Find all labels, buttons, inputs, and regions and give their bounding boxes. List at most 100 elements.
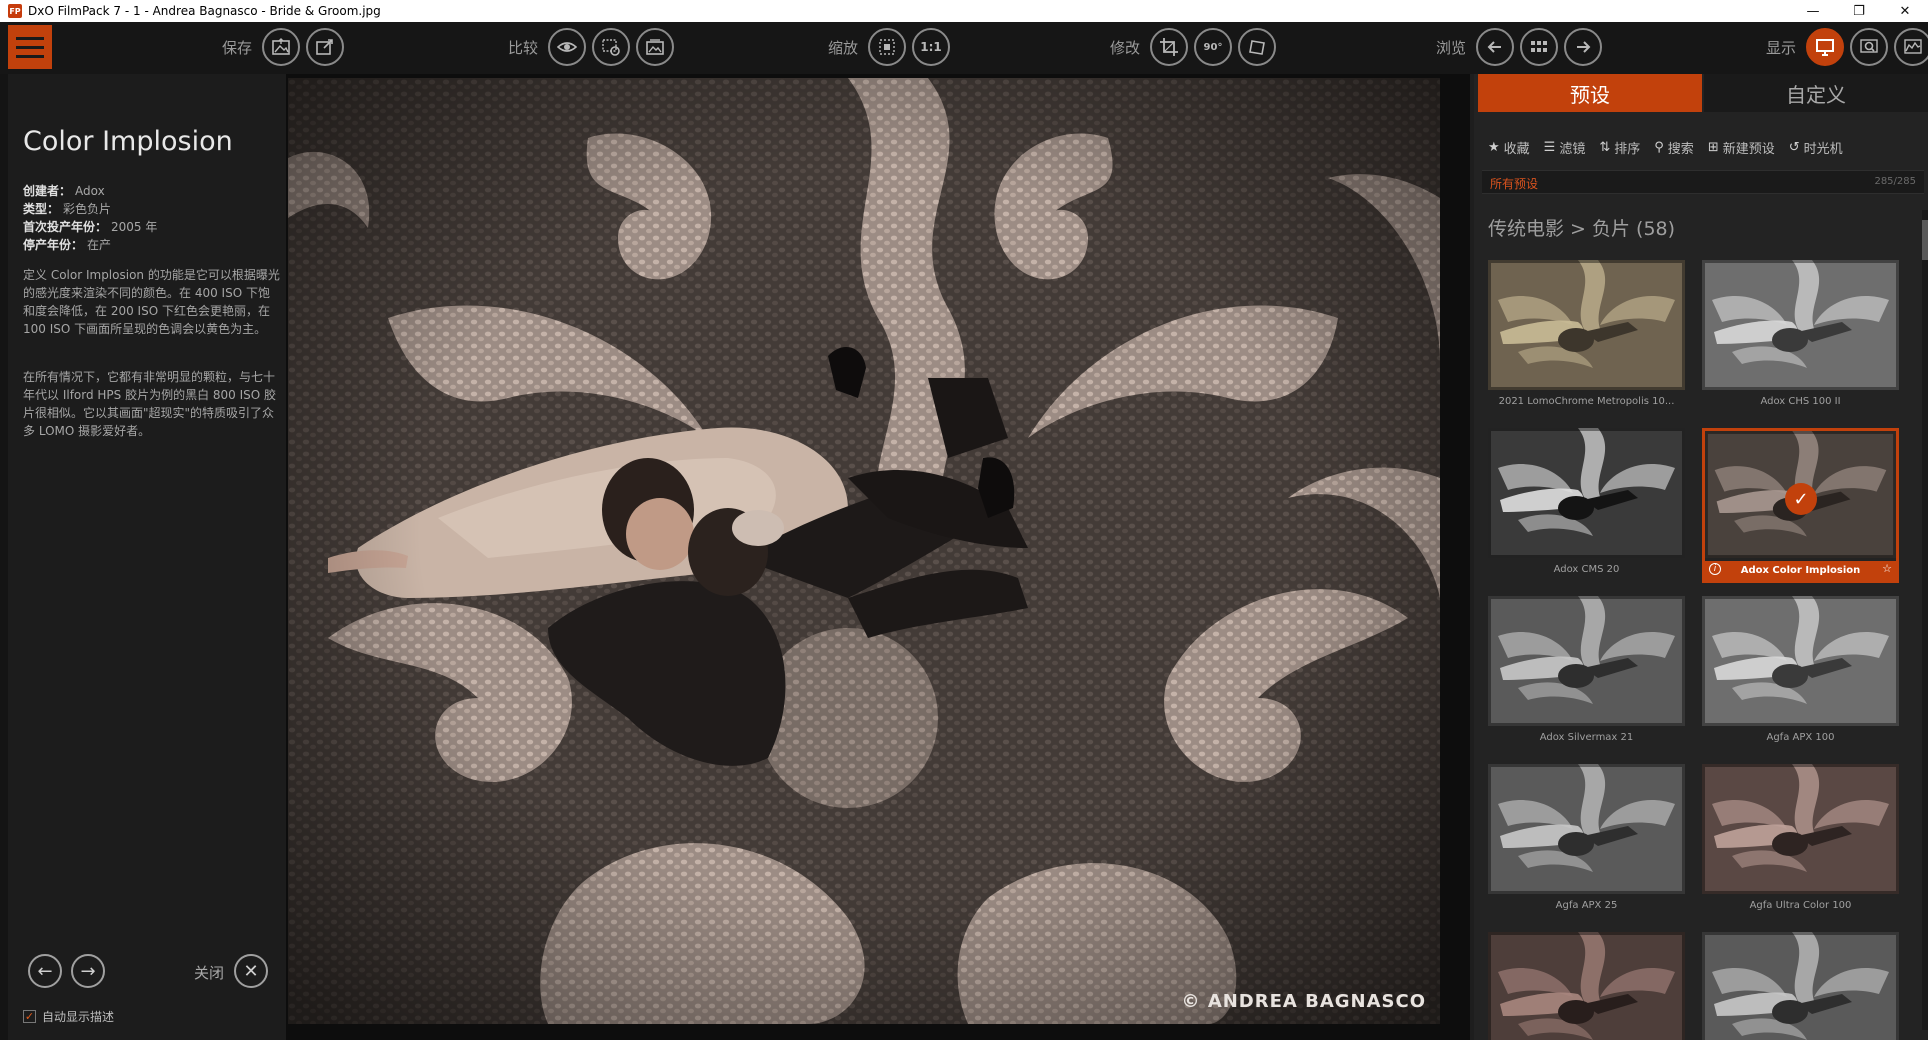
preset-label: Agfa Ultra Color 100 (1749, 900, 1852, 911)
preset-label: Agfa APX 100 (1766, 732, 1835, 743)
arrow-right-icon (1577, 41, 1591, 53)
preset-scrollbar[interactable] (1922, 210, 1928, 1030)
preset-card[interactable]: Agfa APX 25 (1488, 764, 1685, 919)
preset-label: 2021 LomoChrome Metropolis 10... (1498, 396, 1675, 407)
next-image-button[interactable] (1564, 28, 1603, 66)
browse-label: 浏览 (1436, 38, 1467, 57)
filter-button[interactable]: ☰ 滤镜 (1544, 138, 1586, 157)
histogram-button[interactable] (1894, 28, 1928, 66)
info-icon[interactable]: i (1709, 563, 1721, 575)
auto-description-label: 自动显示描述 (42, 1010, 115, 1024)
favorites-button[interactable]: ★ 收藏 (1488, 138, 1530, 157)
previous-image-button[interactable] (1476, 28, 1515, 66)
straighten-icon (1249, 40, 1265, 55)
preset-card[interactable]: Agfa Ultra Color 100 (1702, 764, 1899, 919)
edit-export-icon (316, 39, 333, 55)
preset-card[interactable]: 2021 LomoChrome Metropolis 10... (1488, 260, 1685, 415)
preset-label: Agfa APX 25 (1555, 900, 1618, 911)
toolbar: 保存 比较 缩放 1:1 修改 90° 浏览 显示 (0, 22, 1928, 74)
split-view-icon (602, 39, 620, 56)
preset-card[interactable]: Adox CHS 100 II (1702, 260, 1899, 415)
zoom-label: 缩放 (828, 38, 859, 57)
close-window-button[interactable]: ✕ (1882, 0, 1928, 22)
browse-group: 浏览 (1436, 27, 1603, 67)
time-machine-button[interactable]: ↺ 时光机 (1789, 138, 1843, 157)
histogram-icon (1904, 39, 1922, 54)
checkbox-checked-icon[interactable]: ✓ (23, 1010, 36, 1023)
grid-icon (1531, 41, 1548, 52)
zoom-fit-button[interactable] (868, 28, 907, 66)
arrow-left-icon (1487, 41, 1502, 53)
eye-icon (557, 42, 578, 52)
window-title: DxO FilmPack 7 - 1 - Andrea Bagnasco - B… (28, 4, 381, 18)
zoom-group: 缩放 1:1 (828, 27, 951, 67)
preset-card[interactable]: Agfa APX 100 (1702, 596, 1899, 751)
preset-thumbnail (1488, 764, 1685, 894)
tab-custom[interactable]: 自定义 (1704, 74, 1928, 112)
fit-screen-icon (879, 39, 895, 55)
compare-side-button[interactable] (636, 28, 675, 66)
crop-button[interactable] (1150, 28, 1189, 66)
preset-card[interactable]: Adox Silvermax 21 (1488, 596, 1685, 751)
preset-thumbnail (1488, 596, 1685, 726)
all-presets-label: 所有预设 (1490, 177, 1539, 191)
display-fullscreen-button[interactable] (1806, 28, 1845, 66)
scrollbar-thumb[interactable] (1922, 220, 1928, 260)
sort-button[interactable]: ⇅ 排序 (1599, 138, 1640, 157)
info-row-type: 类型： 彩色负片 (23, 202, 112, 216)
next-film-button[interactable]: → (71, 954, 105, 988)
menu-button[interactable] (8, 25, 52, 69)
info-row-creator: 创建者： Adox (23, 184, 105, 198)
export-edit-button[interactable] (306, 28, 345, 66)
previous-film-button[interactable]: ← (28, 954, 62, 988)
loupe-button[interactable] (1850, 28, 1889, 66)
rotate-button[interactable]: 90° (1194, 28, 1233, 66)
minimize-button[interactable]: — (1790, 0, 1836, 22)
compare-eye-button[interactable] (548, 28, 587, 66)
compare-split-button[interactable] (592, 28, 631, 66)
main-photo[interactable]: © ANDREA BAGNASCO (288, 78, 1440, 1024)
film-description-2: 在所有情况下，它都有非常明显的颗粒，与七十年代以 Ilford HPS 胶片为例… (23, 370, 277, 438)
film-description-1: 定义 Color Implosion 的功能是它可以根据曝光的感光度来渲染不同的… (23, 268, 280, 336)
side-by-side-icon (646, 39, 664, 55)
grid-view-button[interactable] (1520, 28, 1559, 66)
search-button[interactable]: ⚲ 搜索 (1654, 138, 1694, 157)
preset-label: Adox Silvermax 21 (1539, 732, 1634, 743)
presets-panel: 预设 自定义 ★ 收藏 ☰ 滤镜 ⇅ 排序 ⚲ 搜索 ⊞ 新建预设 ↺ 时光机 所有预设 2… (1470, 74, 1928, 1040)
rotate-90-icon: 90° (1203, 41, 1223, 53)
info-row-first-year: 首次投产年份： 2005 年 (23, 220, 158, 234)
category-heading: 传统电影 > 负片 (58) (1488, 218, 1676, 240)
image-export-icon (272, 38, 290, 55)
tab-presets[interactable]: 预设 (1478, 74, 1702, 112)
save-group: 保存 (222, 27, 345, 67)
display-group: 显示 (1766, 27, 1928, 67)
straighten-button[interactable] (1238, 28, 1277, 66)
title-bar: FP DxO FilmPack 7 - 1 - Andrea Bagnasco … (0, 0, 1928, 22)
crop-icon (1160, 38, 1179, 56)
new-preset-button[interactable]: ⊞ 新建预设 (1708, 138, 1775, 157)
loupe-icon (1860, 39, 1878, 53)
preset-label: Adox CHS 100 II (1760, 396, 1841, 407)
preset-thumbnail (1702, 764, 1899, 894)
display-label: 显示 (1766, 38, 1797, 57)
close-info-button[interactable]: ✕ (234, 954, 268, 988)
maximize-button[interactable]: ❐ (1836, 0, 1882, 22)
app-icon: FP (8, 4, 22, 18)
preset-filter-bar: ★ 收藏 ☰ 滤镜 ⇅ 排序 ⚲ 搜索 ⊞ 新建预设 ↺ 时光机 (1488, 138, 1843, 157)
preset-thumbnail (1702, 596, 1899, 726)
auto-description-toggle[interactable]: ✓ 自动显示描述 (23, 1008, 114, 1025)
star-icon[interactable]: ☆ (1882, 562, 1892, 575)
history-icon: ↺ (1788, 140, 1800, 155)
preset-thumbnail (1702, 260, 1899, 390)
preset-label: Adox CMS 20 (1553, 564, 1620, 575)
preset-card[interactable]: Adox CMS 20 (1488, 428, 1685, 583)
preset-card[interactable] (1702, 932, 1899, 1040)
preset-card-selected[interactable]: Adox Color Implosion ✓ i ☆ (1702, 428, 1899, 583)
save-label: 保存 (222, 38, 253, 57)
all-presets-row[interactable]: 所有预设 285/285 (1482, 170, 1924, 194)
edit-group: 修改 90° (1110, 27, 1277, 67)
zoom-100-button[interactable]: 1:1 (912, 28, 951, 66)
preset-card[interactable] (1488, 932, 1685, 1040)
export-image-button[interactable] (262, 28, 301, 66)
sort-icon: ⇅ (1599, 140, 1611, 155)
